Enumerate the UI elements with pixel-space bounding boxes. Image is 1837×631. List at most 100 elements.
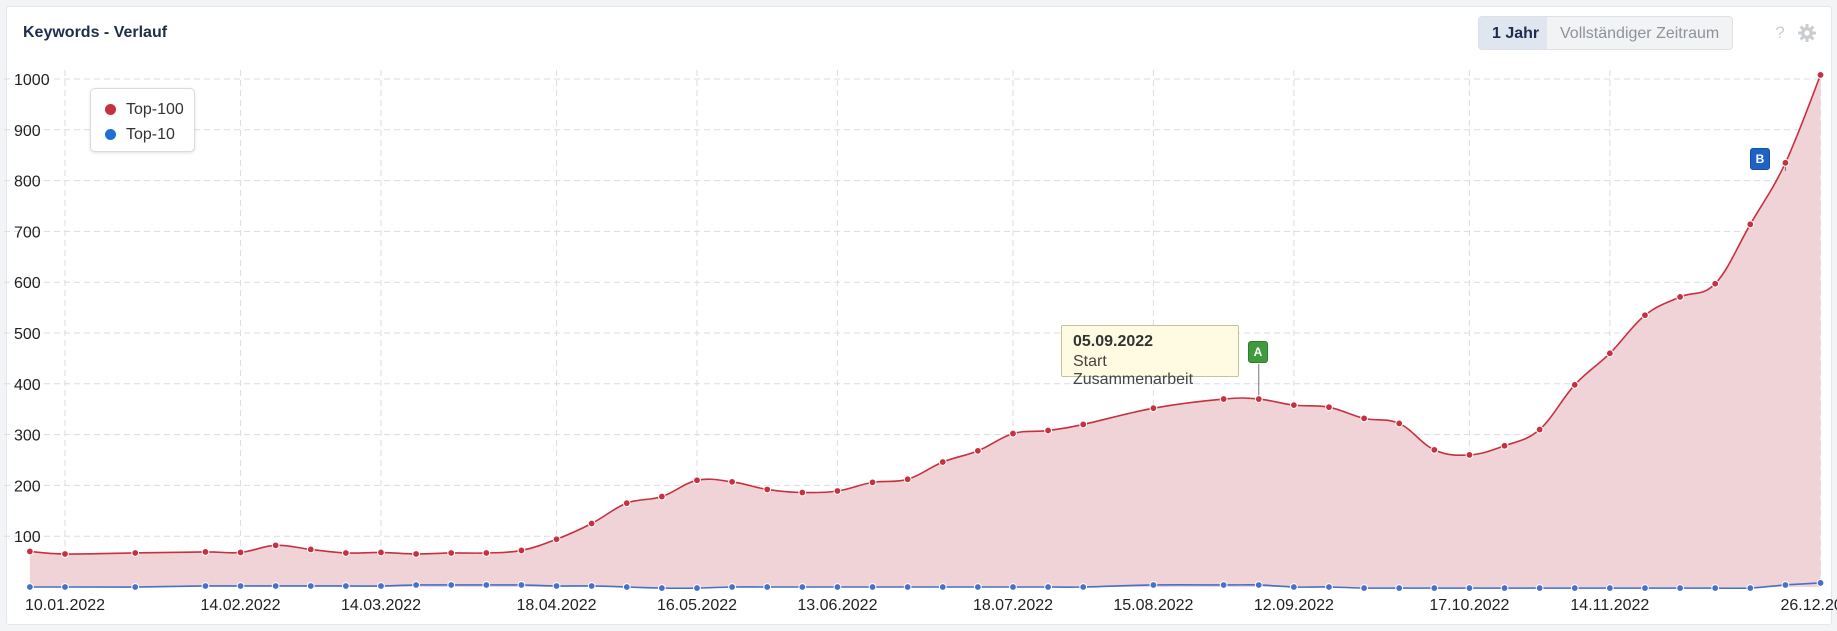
top10-point (1570, 584, 1579, 592)
chart-legend: Top-100 Top-10 (90, 88, 195, 152)
top10-point (1044, 583, 1052, 591)
y-tick-label: 1000 (14, 72, 50, 89)
y-tick-label: 400 (14, 377, 41, 394)
top100-point (306, 545, 315, 554)
top100-point (341, 549, 350, 557)
legend-label-top100: Top-100 (126, 101, 184, 118)
top10-point (1465, 584, 1474, 592)
top100-point (271, 541, 280, 550)
legend-marker-top10 (105, 129, 116, 140)
top100-point (1395, 419, 1404, 428)
top10-point (903, 583, 912, 591)
top100-point (868, 478, 877, 487)
top10-point (1535, 584, 1544, 592)
y-tick-label: 800 (14, 174, 41, 191)
y-tick-label: 100 (14, 529, 41, 546)
top10-point (1149, 581, 1158, 589)
x-tick-label: 13.06.2022 (797, 597, 877, 614)
top100-point (587, 519, 596, 528)
top10-point (1746, 584, 1755, 592)
top10-point (61, 583, 69, 591)
top10-point (1816, 579, 1825, 587)
top100-point (763, 485, 772, 494)
annotation-flag-a[interactable]: A (1248, 341, 1268, 363)
top10-point (1009, 583, 1017, 591)
top10-point (1500, 584, 1509, 592)
top10-point (1325, 583, 1333, 591)
top10-point (1079, 583, 1088, 591)
top100-point (482, 549, 491, 557)
y-tick-label: 300 (14, 428, 41, 445)
top10-point (1676, 584, 1684, 592)
top10-point (25, 583, 34, 591)
x-tick-label: 12.09.2022 (1254, 597, 1334, 614)
top100-point (833, 487, 842, 495)
top10-point (973, 583, 982, 591)
top100-point (1289, 401, 1298, 410)
top10-point (447, 581, 456, 589)
top100-point (1044, 426, 1052, 435)
y-tick-label: 200 (14, 478, 41, 495)
y-tick-label: 600 (14, 275, 41, 292)
top100-point (517, 546, 526, 555)
top10-point (1605, 584, 1614, 592)
top100-point (1360, 414, 1368, 423)
top100-point (552, 535, 561, 544)
top100-area (29, 74, 1821, 588)
top100-point (1641, 311, 1649, 320)
top10-point (271, 582, 280, 590)
top10-point (412, 581, 421, 589)
top10-point (1254, 581, 1263, 589)
legend-item-top10[interactable]: Top-10 (105, 126, 175, 144)
top100-point (236, 548, 245, 557)
top10-point (552, 582, 561, 590)
top100-point (1746, 220, 1755, 229)
top100-point (657, 492, 666, 501)
top10-point (657, 584, 666, 592)
top100-point (1430, 445, 1439, 454)
top100-point (1254, 395, 1263, 403)
top100-point (1605, 349, 1614, 358)
top100-point (1500, 441, 1509, 450)
top10-point (517, 581, 526, 589)
top100-point (1219, 395, 1228, 403)
top100-point (201, 548, 210, 556)
top10-point (1781, 581, 1790, 589)
annotation-flag-b[interactable]: B (1750, 148, 1770, 170)
top100-point (1781, 158, 1790, 167)
top10-point (131, 583, 140, 591)
top100-point (447, 549, 456, 557)
annotation-tooltip: 05.09.2022 Start Zusammenarbeit (1061, 325, 1239, 388)
y-tick-label: 900 (14, 123, 41, 140)
y-tick-label: 700 (14, 224, 41, 241)
legend-label-top10: Top-10 (126, 126, 175, 143)
top100-point (1465, 451, 1474, 459)
top10-point (868, 583, 877, 591)
top10-point (798, 583, 807, 591)
top10-point (728, 583, 737, 591)
top100-point (412, 550, 421, 558)
legend-marker-top100 (105, 104, 116, 115)
top100-point (1009, 429, 1017, 438)
top100-point (1711, 279, 1720, 288)
top10-point (1430, 584, 1439, 592)
top10-point (1219, 581, 1228, 589)
top10-point (1395, 584, 1404, 592)
top10-point (341, 582, 350, 590)
top100-point (622, 499, 631, 508)
y-tick-label: 500 (14, 326, 41, 343)
x-tick-label: 26.12.2022 (1780, 597, 1837, 614)
legend-item-top100[interactable]: Top-100 (105, 101, 184, 119)
x-tick-label: 10.01.2022 (25, 597, 105, 614)
tooltip-date: 05.09.2022 (1073, 333, 1154, 350)
top10-point (587, 582, 596, 590)
top10-point (1360, 584, 1368, 592)
x-tick-label: 15.08.2022 (1113, 597, 1193, 614)
top10-point (201, 582, 210, 590)
top10-point (236, 582, 245, 590)
x-tick-label: 14.02.2022 (201, 597, 281, 614)
top100-point (1570, 380, 1579, 389)
top100-point (1535, 425, 1544, 434)
x-tick-label: 14.03.2022 (341, 597, 421, 614)
top100-point (377, 548, 385, 557)
